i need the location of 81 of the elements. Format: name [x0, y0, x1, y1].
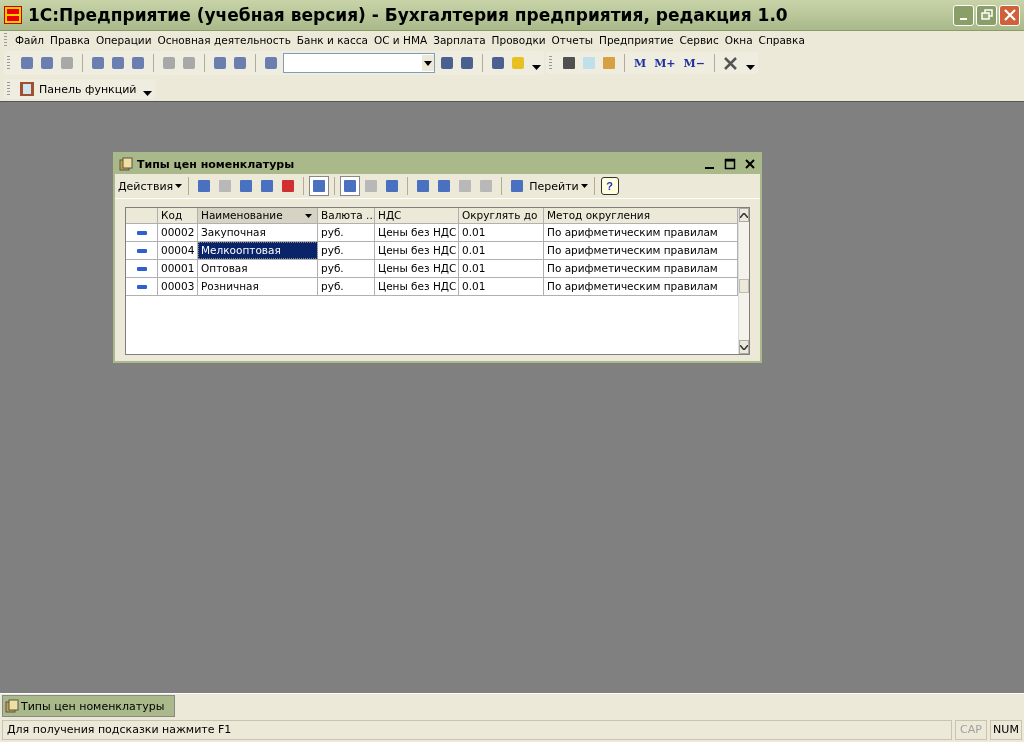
caret-icon[interactable]	[142, 90, 152, 96]
memory-button[interactable]: M+	[652, 56, 678, 70]
menu-item[interactable]: Банк и касса	[293, 34, 371, 46]
column-header[interactable]: Округлять до	[459, 208, 544, 223]
minimize-button[interactable]	[953, 4, 974, 26]
menu-item[interactable]: Основная деятельность	[154, 34, 294, 46]
column-header[interactable]: Наименование	[198, 208, 318, 223]
search-field[interactable]	[283, 53, 435, 73]
window-tab[interactable]: Типы цен номенклатуры	[2, 695, 176, 717]
menu-item[interactable]: Зарплата	[430, 34, 489, 46]
restore-button[interactable]	[976, 4, 997, 26]
minimize-icon	[960, 18, 967, 20]
table-cell[interactable]: 00002	[158, 224, 198, 241]
caret-icon	[175, 184, 183, 188]
grip-icon	[549, 56, 552, 70]
close-icon[interactable]	[744, 158, 756, 170]
scroll-thumb[interactable]	[739, 279, 749, 293]
table-cell[interactable]: 00001	[158, 260, 198, 277]
item-icon	[136, 248, 147, 253]
table-cell[interactable]: Розничная	[198, 278, 318, 295]
table-cell[interactable]: руб.	[318, 278, 375, 295]
scroll-down-icon[interactable]	[740, 344, 748, 350]
close-icon	[1003, 9, 1016, 21]
close-button[interactable]	[999, 4, 1020, 26]
menu-item[interactable]: Проводки	[488, 34, 549, 46]
table-cell[interactable]: 0.01	[459, 242, 544, 259]
table-cell[interactable]: Цены без НДС	[375, 242, 459, 259]
table-cell[interactable]: Цены без НДС	[375, 278, 459, 295]
item-icon	[136, 230, 147, 235]
restore-icon	[980, 9, 993, 21]
memory-button[interactable]: M	[632, 56, 649, 70]
menu-item[interactable]: Файл	[12, 34, 47, 46]
status-hint: Для получения подсказки нажмите F1	[2, 720, 952, 740]
function-panel-button[interactable]: Панель функций	[39, 82, 137, 96]
menu-item[interactable]: Сервис	[676, 34, 722, 46]
dropdown-arrow-icon[interactable]	[424, 60, 432, 66]
catalog-icon	[119, 157, 133, 171]
menu-item[interactable]: Справка	[755, 34, 808, 46]
child-window-title: Типы цен номенклатуры	[137, 157, 296, 171]
table-cell[interactable]: Мелкооптовая	[198, 242, 318, 259]
table-cell[interactable]: руб.	[318, 242, 375, 259]
table-cell[interactable]: 0.01	[459, 224, 544, 241]
table-cell[interactable]: Цены без НДС	[375, 224, 459, 241]
panel-icon[interactable]	[19, 81, 35, 97]
catalog-icon	[5, 699, 19, 713]
scroll-up-icon[interactable]	[740, 212, 748, 218]
menu-item[interactable]: Отчеты	[548, 34, 597, 46]
go-to-menu-button[interactable]: Перейти	[529, 179, 588, 193]
table-cell[interactable]: 0.01	[459, 278, 544, 295]
help-button[interactable]: ?	[600, 177, 619, 195]
table-cell[interactable]: 0.01	[459, 260, 544, 277]
menu-item[interactable]: Окна	[721, 34, 756, 46]
column-header[interactable]: Валюта ...	[318, 208, 375, 223]
grip-icon	[7, 82, 10, 96]
actions-menu-button[interactable]: Действия	[118, 179, 183, 193]
table-cell[interactable]: Оптовая	[198, 260, 318, 277]
key-indicator: NUM	[990, 720, 1022, 740]
grip-icon	[4, 33, 7, 47]
grip-icon	[7, 56, 10, 70]
item-icon	[136, 284, 147, 289]
menu-item[interactable]: Операции	[93, 34, 155, 46]
column-header[interactable]: НДС	[375, 208, 459, 223]
caret-icon[interactable]	[746, 64, 755, 70]
table-cell[interactable]: руб.	[318, 260, 375, 277]
window-title: 1С:Предприятие (учебная версия) - Бухгалтерия предприятия, редакция 1.0	[28, 5, 789, 25]
table-cell[interactable]: руб.	[318, 224, 375, 241]
menu-item[interactable]: Правка	[47, 34, 93, 46]
table-cell[interactable]: Закупочная	[198, 224, 318, 241]
maximize-icon[interactable]	[724, 158, 736, 170]
table-cell[interactable]: 00003	[158, 278, 198, 295]
key-indicator: CAP	[955, 720, 987, 740]
menu-item[interactable]: Предприятие	[596, 34, 677, 46]
scrollbar[interactable]	[738, 208, 749, 354]
memory-button[interactable]: M−	[681, 56, 707, 70]
caret-icon	[580, 184, 588, 188]
table-cell[interactable]: Цены без НДС	[375, 260, 459, 277]
item-icon	[136, 266, 147, 271]
app-logo-icon	[4, 6, 22, 24]
caret-icon[interactable]	[532, 64, 541, 70]
menu-item[interactable]: ОС и НМА	[370, 34, 431, 46]
sort-arrow-icon	[305, 214, 312, 218]
